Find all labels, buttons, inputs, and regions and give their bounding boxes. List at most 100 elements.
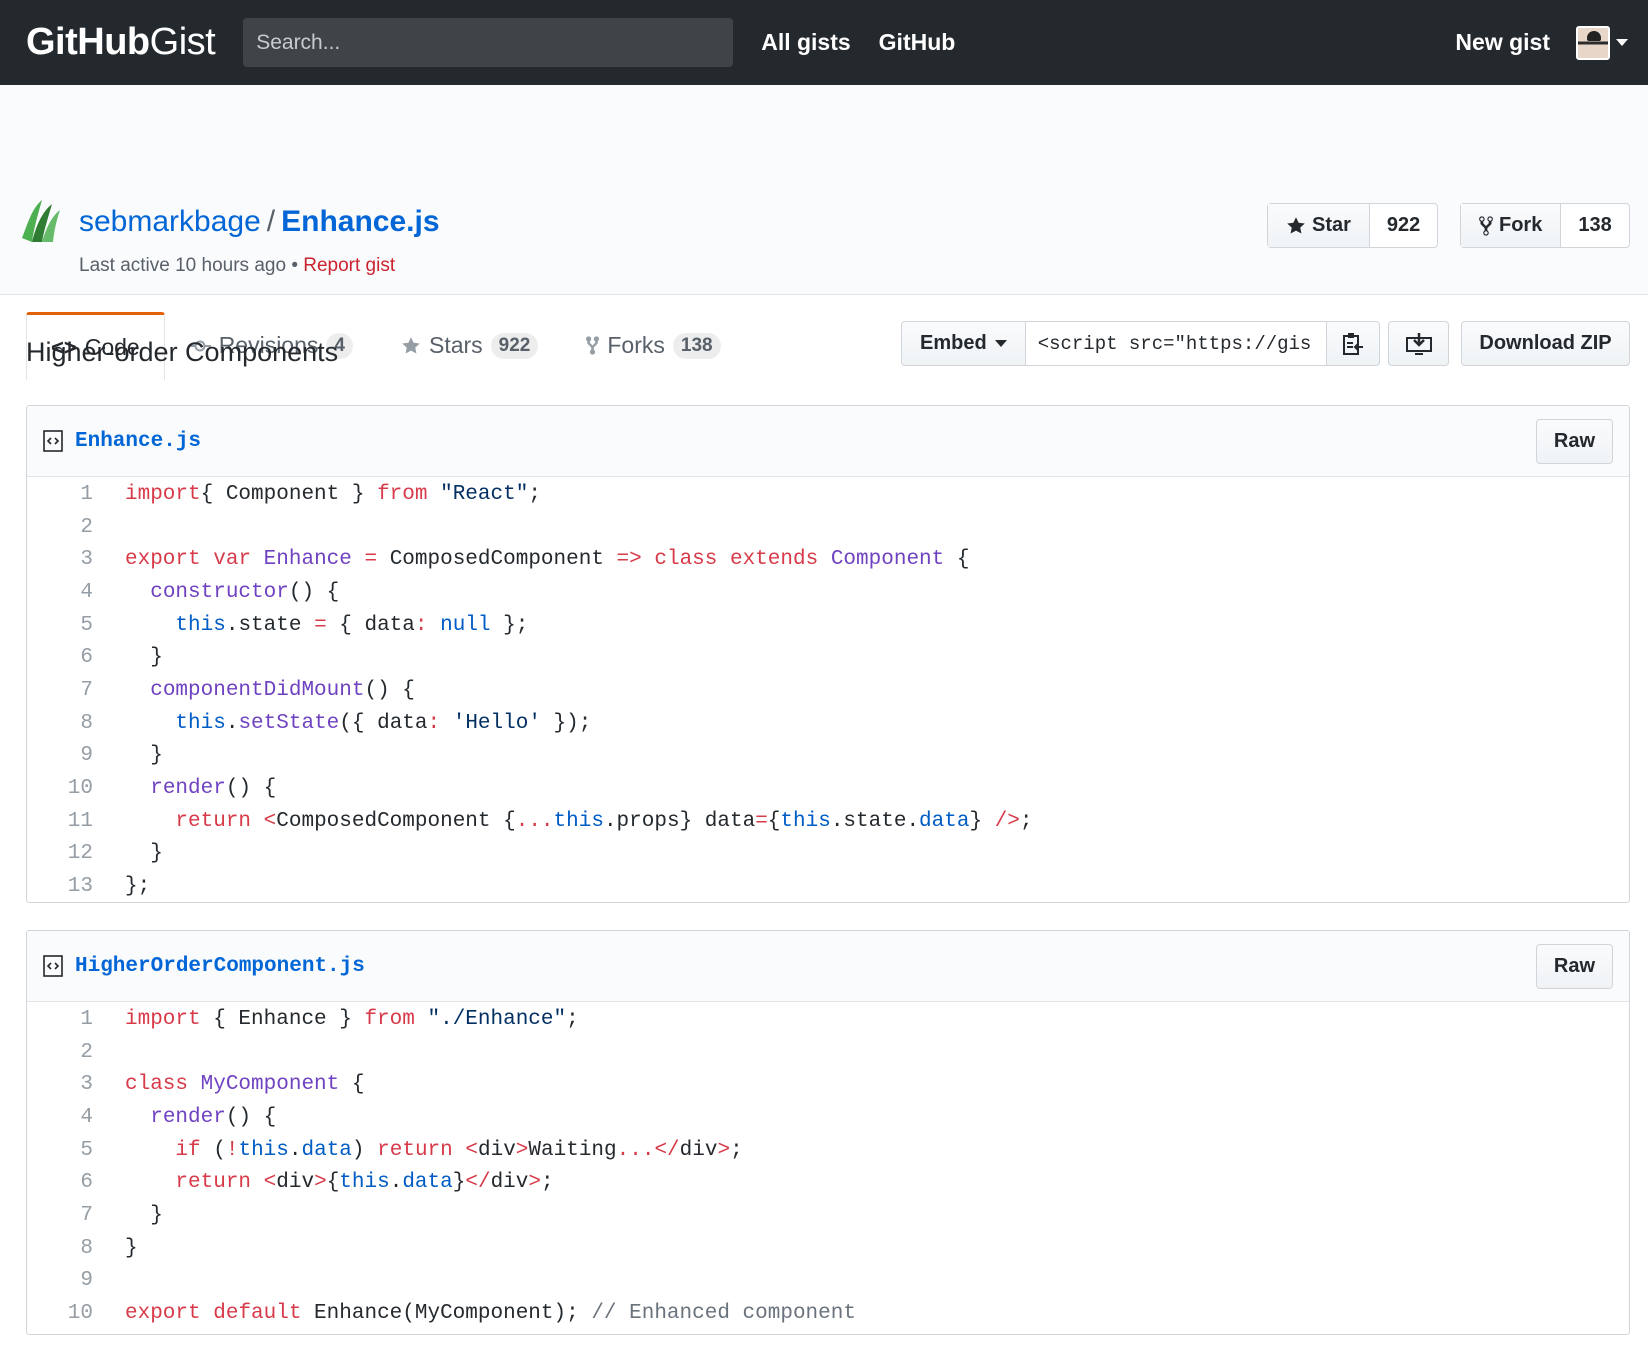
code-line: 7 componentDidMount() { — [27, 674, 1629, 707]
line-number[interactable]: 10 — [27, 777, 93, 800]
line-number[interactable]: 9 — [27, 1269, 93, 1292]
user-avatar[interactable] — [1576, 25, 1610, 60]
line-number[interactable]: 1 — [27, 483, 93, 506]
line-content: componentDidMount() { — [150, 678, 415, 702]
line-content: import { Enhance } from "./Enhance"; — [125, 1007, 579, 1031]
line-number[interactable]: 3 — [27, 548, 93, 571]
top-navbar: GitHubGist Search... All gists GitHub Ne… — [0, 0, 1648, 85]
embed-group: Embed <script src="https://gis — [901, 321, 1380, 366]
line-number[interactable]: 11 — [27, 810, 93, 833]
code-line: 6 return <div>{this.data}</div>; — [27, 1166, 1629, 1199]
line-number[interactable]: 8 — [27, 712, 93, 735]
file-code-icon — [43, 430, 63, 452]
desktop-download-icon — [1405, 332, 1432, 355]
code-line: 8} — [27, 1232, 1629, 1265]
line-number[interactable]: 13 — [27, 875, 93, 898]
line-content: return <ComposedComponent {...this.props… — [175, 809, 1033, 833]
tab-forks[interactable]: Forks 138 — [562, 312, 744, 379]
gist-header: sebmarkbage / Enhance.js Last active 10 ho… — [0, 85, 1648, 380]
line-number[interactable]: 3 — [27, 1073, 93, 1096]
line-number[interactable]: 6 — [27, 646, 93, 669]
line-content: } — [125, 842, 163, 866]
star-group: Star 922 — [1267, 203, 1439, 248]
gist-description: Higher-order Components — [26, 337, 339, 367]
fork-icon — [1479, 215, 1493, 236]
code-block: 1 import { Enhance } from "./Enhance"; 2 3 c… — [27, 1002, 1629, 1330]
owner-avatar-icon[interactable] — [20, 198, 62, 242]
code-line: 10 render() { — [27, 772, 1629, 805]
line-number[interactable]: 7 — [27, 1204, 93, 1227]
line-content: export default Enhance(MyComponent); // … — [125, 1302, 856, 1326]
star-icon — [402, 336, 420, 353]
github-gist-logo[interactable]: GitHubGist — [26, 21, 216, 64]
code-line: 9 — [27, 1265, 1629, 1298]
line-number[interactable]: 10 — [27, 1302, 93, 1325]
line-number[interactable]: 6 — [27, 1171, 93, 1194]
line-number[interactable]: 5 — [27, 614, 93, 637]
code-line: 13}; — [27, 870, 1629, 902]
clipboard-icon — [1342, 332, 1363, 355]
file-name-link[interactable]: Enhance.js — [75, 430, 201, 453]
line-content: this.setState({ data: 'Hello' }); — [175, 711, 592, 735]
gist-meta: Last active 10 hours ago • Report gist — [79, 255, 396, 276]
line-number[interactable]: 4 — [27, 1106, 93, 1129]
line-number[interactable]: 5 — [27, 1139, 93, 1162]
line-number[interactable]: 7 — [27, 679, 93, 702]
owner-link[interactable]: sebmarkbage — [79, 205, 261, 238]
code-line: 10 export default Enhance(MyComponent); /… — [27, 1297, 1629, 1330]
file-name-link[interactable]: HigherOrderComponent.js — [75, 955, 365, 978]
code-line: 3 class MyComponent { — [27, 1068, 1629, 1101]
copy-button[interactable] — [1325, 321, 1380, 366]
line-number[interactable]: 4 — [27, 581, 93, 604]
code-line: 9 } — [27, 740, 1629, 773]
code-line: 4 render() { — [27, 1101, 1629, 1134]
nav-github[interactable]: GitHub — [879, 29, 956, 56]
line-content: return <div>{this.data}</div>; — [175, 1171, 554, 1195]
star-button[interactable]: Star — [1268, 204, 1370, 247]
search-input[interactable]: Search... — [243, 18, 734, 67]
line-content: }; — [125, 875, 151, 899]
line-content: if (!this.data) return <div>Waiting...</… — [175, 1138, 743, 1162]
file-code-icon — [43, 955, 63, 977]
desktop-download-button[interactable] — [1388, 321, 1449, 366]
raw-button[interactable]: Raw — [1535, 944, 1613, 989]
new-gist-link[interactable]: New gist — [1455, 29, 1550, 56]
tab-stars[interactable]: Stars 922 — [377, 312, 562, 379]
raw-button[interactable]: Raw — [1535, 419, 1613, 464]
chevron-down-icon[interactable] — [1616, 39, 1628, 46]
nav-all-gists[interactable]: All gists — [761, 29, 850, 56]
file-header: Enhance.js Raw — [27, 406, 1629, 477]
download-zip-button[interactable]: Download ZIP — [1461, 321, 1630, 366]
fork-count[interactable]: 138 — [1561, 204, 1628, 247]
gist-name-link[interactable]: Enhance.js — [281, 205, 439, 238]
report-gist-link[interactable]: Report gist — [303, 255, 395, 276]
line-content: this.state = { data: null }; — [175, 613, 529, 637]
stars-count: 922 — [490, 332, 539, 359]
line-number[interactable]: 8 — [27, 1237, 93, 1260]
code-line: 1 import{ Component } from "React"; — [27, 478, 1629, 511]
fork-button[interactable]: Fork — [1461, 204, 1562, 247]
star-count[interactable]: 922 — [1370, 204, 1437, 247]
embed-dropdown[interactable]: Embed — [901, 321, 1026, 366]
line-number[interactable]: 12 — [27, 842, 93, 865]
code-line: 8 this.setState({ data: 'Hello' }); — [27, 707, 1629, 740]
line-content: } — [125, 1236, 138, 1260]
line-number[interactable]: 1 — [27, 1008, 93, 1031]
code-line: 4 constructor() { — [27, 576, 1629, 609]
forks-count: 138 — [672, 332, 721, 359]
code-line: 12 } — [27, 838, 1629, 871]
line-content: render() { — [150, 777, 277, 801]
line-number[interactable]: 9 — [27, 744, 93, 767]
line-number[interactable]: 2 — [27, 516, 93, 539]
code-line: 11 return <ComposedComponent {...this.pr… — [27, 805, 1629, 838]
code-line: 5 this.state = { data: null }; — [27, 609, 1629, 642]
code-line: 2 — [27, 1036, 1629, 1069]
fork-icon — [586, 336, 600, 355]
code-line: 5 if (!this.data) return <div>Waiting...… — [27, 1134, 1629, 1167]
line-number[interactable]: 2 — [27, 1041, 93, 1064]
embed-url-input[interactable]: <script src="https://gis — [1025, 321, 1326, 366]
line-content: } — [125, 744, 163, 768]
line-content: } — [125, 1203, 163, 1227]
line-content: class MyComponent { — [125, 1073, 365, 1097]
line-content: export var Enhance = ComposedComponent =… — [125, 548, 970, 572]
